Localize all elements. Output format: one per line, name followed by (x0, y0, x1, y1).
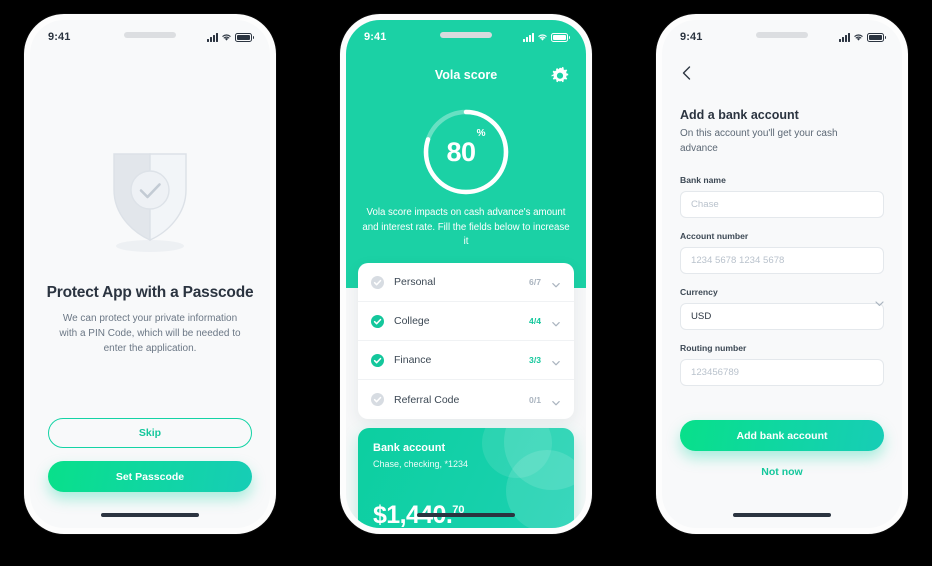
chevron-down-icon[interactable] (551, 316, 561, 327)
status-icons (523, 32, 570, 42)
not-now-button[interactable]: Not now (680, 462, 884, 482)
gear-icon[interactable] (550, 66, 570, 86)
list-item-label: College (394, 315, 430, 327)
shield-check-icon (30, 146, 270, 256)
field-value: USD (691, 311, 712, 322)
list-item-count: 4/4 (529, 316, 541, 326)
currency-select[interactable]: USD (680, 301, 884, 330)
field-label: Bank name (680, 175, 726, 185)
signal-bars-icon (523, 32, 534, 42)
chevron-down-icon[interactable] (551, 395, 561, 405)
chevron-down-icon[interactable] (551, 355, 561, 366)
field-account-number: Account number 1234 5678 1234 5678 (680, 231, 884, 274)
list-item[interactable]: College 4/4 (358, 302, 574, 341)
list-item-label: Referral Code (394, 393, 460, 406)
score-ring: 80 % (420, 106, 512, 198)
speaker-notch (440, 32, 492, 38)
speaker-notch (756, 32, 808, 38)
check-circle-icon (371, 275, 384, 289)
chevron-left-icon[interactable] (678, 64, 696, 82)
status-time: 9:41 (364, 31, 387, 43)
score-sections-list: Personal 6/7 College 4/4 Finance 3/3 Ref… (358, 263, 574, 419)
phone-mockup-3: 9:41 Add a bank account On this account … (656, 14, 908, 534)
page-title: Protect App with a Passcode (46, 284, 254, 301)
field-placeholder: Chase (691, 199, 719, 210)
home-indicator[interactable] (417, 513, 515, 517)
field-currency: Currency USD (680, 287, 884, 330)
field-label: Account number (680, 231, 749, 241)
score-value-wrap: 80 % (420, 106, 512, 198)
phone-mockup-2: 9:41 Vola score 80 % Vola score impacts … (340, 14, 592, 534)
check-circle-icon (371, 353, 384, 367)
page-subtitle: On this account you'll get your cash adv… (680, 128, 838, 154)
check-circle-icon (371, 314, 384, 328)
score-unit: % (476, 128, 486, 139)
account-number-input[interactable]: 1234 5678 1234 5678 (680, 247, 884, 274)
phone-3-actions: Add bank account Not now (680, 407, 884, 482)
phone-1-screen: 9:41 Protect App with a Passcode We can … (30, 20, 270, 528)
list-item-label: Personal (394, 276, 436, 288)
list-item[interactable]: Finance 3/3 (358, 341, 574, 380)
field-label: Currency (680, 287, 718, 297)
home-indicator[interactable] (101, 513, 199, 517)
phone-1-actions: Skip Set Passcode (48, 418, 252, 492)
wifi-icon (537, 33, 548, 42)
speaker-notch (124, 32, 176, 38)
battery-icon (867, 32, 886, 42)
field-routing-number: Routing number 123456789 (680, 343, 884, 386)
score-value: 80 (446, 136, 477, 167)
bank-name-input[interactable]: Chase (680, 191, 884, 218)
chevron-down-icon[interactable] (874, 296, 885, 307)
field-bank-name: Bank name Chase (680, 175, 884, 218)
score-description: Vola score impacts on cash advance's amo… (362, 207, 570, 247)
chevron-down-icon[interactable] (551, 277, 561, 288)
set-passcode-button[interactable]: Set Passcode (48, 461, 252, 492)
list-item[interactable]: Personal 6/7 (358, 263, 574, 302)
status-time: 9:41 (48, 31, 71, 43)
page-title: Add a bank account (680, 108, 799, 122)
screenshot-canvas: 9:41 Protect App with a Passcode We can … (0, 0, 932, 566)
routing-number-input[interactable]: 123456789 (680, 359, 884, 386)
card-title: Bank account (373, 442, 446, 454)
wifi-icon (853, 33, 864, 42)
phone-2-screen: 9:41 Vola score 80 % Vola score impacts … (346, 20, 586, 528)
field-label: Routing number (680, 343, 747, 353)
status-icons (839, 32, 886, 42)
skip-button[interactable]: Skip (48, 418, 252, 448)
list-item-count: 6/7 (529, 277, 541, 287)
phone-3-screen: 9:41 Add a bank account On this account … (662, 20, 902, 528)
home-indicator[interactable] (733, 513, 831, 517)
check-circle-icon (371, 393, 384, 406)
card-subtitle: Chase, checking, *1234 (373, 459, 469, 469)
signal-bars-icon (207, 32, 218, 42)
phone-mockup-1: 9:41 Protect App with a Passcode We can … (24, 14, 276, 534)
wifi-icon (221, 33, 232, 42)
list-item-label: Finance (394, 354, 432, 366)
signal-bars-icon (839, 32, 850, 42)
add-bank-account-button[interactable]: Add bank account (680, 420, 884, 451)
status-icons (207, 32, 254, 42)
field-placeholder: 1234 5678 1234 5678 (691, 255, 785, 266)
list-item-count: 0/1 (529, 394, 541, 405)
battery-icon (551, 32, 570, 42)
page-subtitle: We can protect your private information … (59, 313, 241, 354)
field-placeholder: 123456789 (691, 367, 740, 378)
list-item-count: 3/3 (529, 355, 541, 365)
status-time: 9:41 (680, 31, 703, 43)
list-item[interactable]: Referral Code 0/1 (358, 380, 574, 419)
battery-icon (235, 32, 254, 42)
